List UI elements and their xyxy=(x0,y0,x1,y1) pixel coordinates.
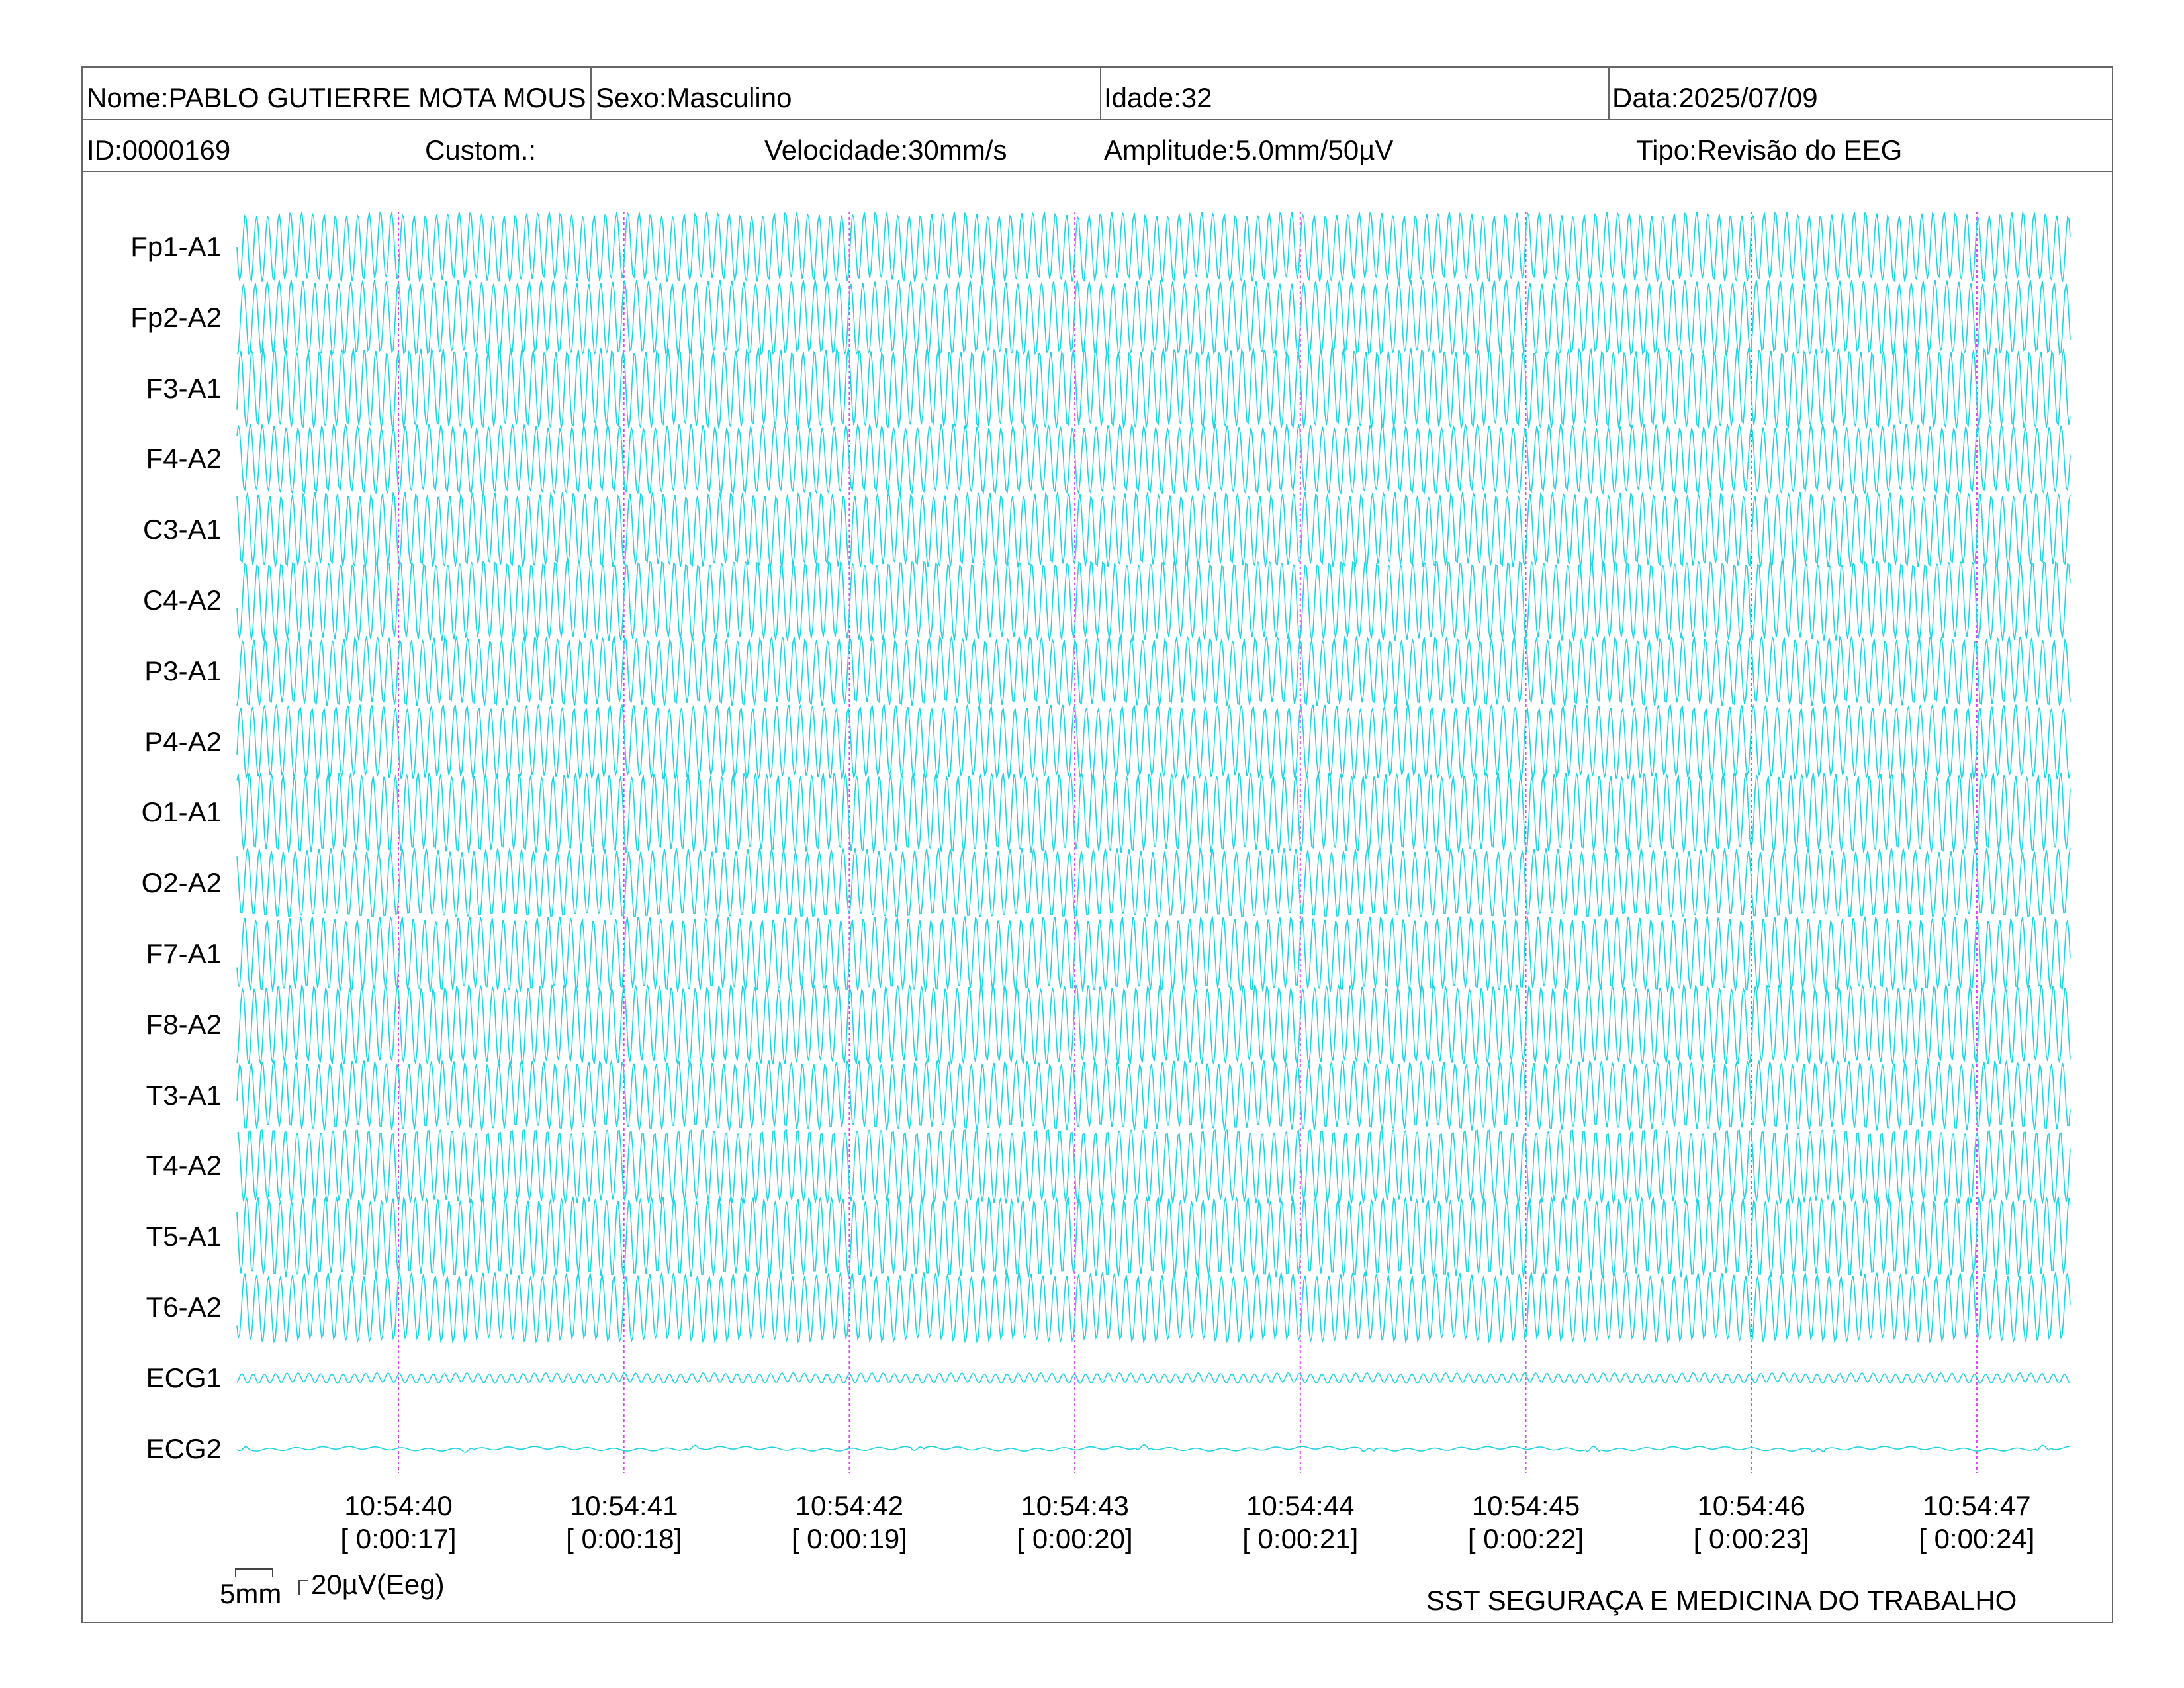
channel-trace xyxy=(236,704,2071,780)
channel-label: Fp2-A2 xyxy=(130,301,222,333)
channel-trace xyxy=(236,1060,2071,1131)
channel-trace xyxy=(236,491,2071,568)
time-mark-clock: 10:54:47 xyxy=(1923,1490,2031,1521)
channel-label: C4-A2 xyxy=(142,585,222,616)
time-mark-clock: 10:54:46 xyxy=(1697,1490,1805,1521)
channel-label: ECG2 xyxy=(146,1432,222,1464)
time-mark-elapsed: [ 0:00:21] xyxy=(1242,1523,1359,1554)
channel-trace xyxy=(236,635,2071,706)
channel-label: T4-A2 xyxy=(146,1150,222,1182)
time-mark-clock: 10:54:43 xyxy=(1021,1490,1129,1521)
time-mark-elapsed: [ 0:00:23] xyxy=(1693,1523,1809,1554)
channel-trace xyxy=(236,1272,2071,1344)
amplitude-scale-label: 20µV(Eeg) xyxy=(311,1569,445,1600)
channel-trace xyxy=(236,211,2071,283)
channel-label: P3-A1 xyxy=(144,655,222,686)
time-mark-clock: 10:54:44 xyxy=(1246,1490,1355,1521)
channel-label: F3-A1 xyxy=(146,372,222,404)
channel-trace xyxy=(236,347,2071,429)
channel-trace xyxy=(236,1129,2071,1204)
channel-label: T3-A1 xyxy=(146,1079,222,1111)
channel-trace xyxy=(236,561,2071,641)
channel-label: F4-A2 xyxy=(146,443,222,475)
time-scale-label: 5mm xyxy=(220,1578,282,1609)
channel-label: F8-A2 xyxy=(146,1008,222,1040)
channel-trace xyxy=(236,916,2071,992)
channel-label: O1-A1 xyxy=(141,796,222,828)
time-mark-elapsed: [ 0:00:22] xyxy=(1467,1523,1584,1554)
time-mark-clock: 10:54:42 xyxy=(795,1490,904,1521)
channel-trace xyxy=(236,772,2071,853)
time-mark-clock: 10:54:40 xyxy=(344,1490,453,1521)
channel-trace xyxy=(236,1372,2071,1384)
time-mark-elapsed: [ 0:00:18] xyxy=(566,1523,682,1554)
channel-label: T6-A2 xyxy=(146,1291,222,1323)
channel-trace xyxy=(236,279,2071,356)
time-mark-clock: 10:54:41 xyxy=(569,1490,678,1521)
channel-label: C3-A1 xyxy=(142,514,222,545)
time-mark-elapsed: [ 0:00:19] xyxy=(791,1523,907,1554)
channel-trace xyxy=(236,848,2071,917)
channel-trace xyxy=(236,1444,2070,1453)
channel-label: T5-A1 xyxy=(146,1221,222,1252)
channel-label: O2-A2 xyxy=(141,867,222,899)
channel-trace xyxy=(236,984,2071,1065)
channel-trace xyxy=(236,424,2071,495)
time-mark-clock: 10:54:45 xyxy=(1471,1490,1580,1521)
channel-trace xyxy=(236,1196,2071,1278)
channel-label: P4-A2 xyxy=(144,726,222,757)
time-mark-elapsed: [ 0:00:20] xyxy=(1017,1523,1133,1554)
channel-label: ECG1 xyxy=(146,1362,222,1393)
eeg-trace-area xyxy=(235,211,2071,1595)
time-mark-elapsed: [ 0:00:24] xyxy=(1919,1523,2035,1554)
channel-label: F7-A1 xyxy=(146,938,222,969)
company-name: SST SEGURAÇA E MEDICINA DO TRABALHO xyxy=(1426,1585,2017,1616)
channel-label: Fp1-A1 xyxy=(130,231,222,262)
time-mark-elapsed: [ 0:00:17] xyxy=(340,1523,457,1554)
